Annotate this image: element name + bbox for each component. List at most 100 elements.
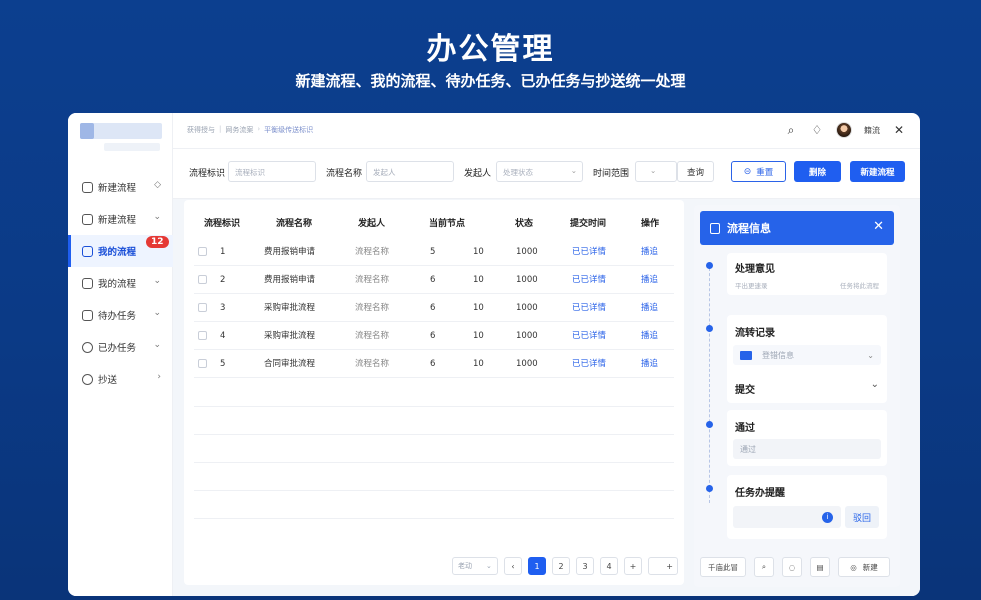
avatar[interactable]	[836, 122, 852, 138]
folder-icon	[82, 213, 93, 225]
new-button[interactable]: ◎ 新建	[838, 557, 890, 577]
search-icon[interactable]: ⌕	[784, 123, 798, 137]
detail-link[interactable]: 已已详情	[572, 294, 606, 322]
page-button[interactable]: 2	[552, 557, 570, 575]
action-link[interactable]: 播追	[641, 322, 658, 350]
opinion-title: 处理意见	[735, 264, 775, 275]
action-link[interactable]: 播追	[641, 266, 658, 294]
row-divider	[194, 434, 674, 435]
page-button[interactable]: 3	[576, 557, 594, 575]
detail-link[interactable]: 已已详情	[572, 266, 606, 294]
timeline-dot	[706, 485, 713, 492]
flow-name-input[interactable]: 发起人	[366, 161, 454, 182]
pass-input[interactable]: 通过	[733, 439, 881, 459]
sidebar-item-new-flow[interactable]: 新建流程 ◇	[68, 171, 173, 203]
user-name[interactable]: 籍流	[864, 125, 880, 136]
action-link[interactable]: 播追	[641, 238, 658, 266]
sidebar-item-done[interactable]: 已办任务 ⌄	[68, 331, 173, 363]
row-divider	[194, 490, 674, 491]
row-checkbox[interactable]	[198, 359, 207, 368]
new-flow-button[interactable]: 新建流程	[850, 161, 905, 182]
chevron-down-icon[interactable]: ⌄	[871, 379, 879, 390]
app-window: 新建流程 ◇ 新建流程 ⌄ 我的流程 12 我的流程 ⌄ 待办任务 ⌄ 已办任务…	[68, 113, 920, 596]
table-row[interactable]: 3 采购审批流程 流程名称 6 10 1000 已已详情 播追	[194, 294, 674, 322]
reject-button[interactable]: 驳回	[845, 506, 879, 528]
breadcrumb-item[interactable]: 获得授与	[187, 125, 215, 135]
footer-left-button[interactable]: 千庙此冒	[700, 557, 746, 577]
print-icon[interactable]: ▤	[810, 557, 830, 577]
table-row[interactable]: 2 费用报销申请 流程名称 6 10 1000 已已详情 播追	[194, 266, 674, 294]
close-icon[interactable]: ✕	[873, 219, 884, 234]
breadcrumb-item[interactable]: 网务流案	[225, 125, 253, 135]
count-badge: 12	[146, 236, 169, 248]
row-checkbox[interactable]	[198, 331, 207, 340]
cell-id: 3	[220, 303, 226, 313]
record-title: 流转记录	[735, 328, 775, 339]
page-jump-input[interactable]: +	[648, 557, 678, 575]
mail-icon	[740, 350, 752, 360]
sidebar-item-my-flow-2[interactable]: 我的流程 ⌄	[68, 267, 173, 299]
action-link[interactable]: 播追	[641, 294, 658, 322]
remind-card: 任务办提醒 i 驳回	[727, 475, 887, 539]
cell-name: 费用报销申请	[264, 275, 316, 285]
flow-table: 流程标识 流程名称 发起人 当前节点 状态 提交时间 操作 1 费用报销申请 流…	[184, 200, 684, 585]
task-doc-icon	[82, 309, 93, 321]
opinion-hint-right: 任务将此流程	[840, 282, 879, 290]
submit-title[interactable]: 提交	[735, 381, 755, 396]
sidebar-item-new-flow-2[interactable]: 新建流程 ⌄	[68, 203, 173, 235]
page-button-current[interactable]: 1	[528, 557, 546, 575]
sidebar-item-label: 新建流程	[98, 183, 137, 194]
flow-id-input[interactable]: 流程标识	[228, 161, 316, 182]
breadcrumb-separator: |	[219, 125, 222, 133]
pagination: 老动 ⌄ ‹ 1 2 3 4 + +	[452, 557, 678, 575]
prev-page-button[interactable]: ‹	[504, 557, 522, 575]
time-range-select[interactable]: ⌄	[635, 161, 677, 182]
time-range-label: 时间范围	[593, 169, 630, 179]
sidebar-item-label: 我的流程	[98, 247, 137, 258]
close-icon[interactable]: ✕	[892, 123, 906, 137]
cell-status: 1000	[516, 247, 538, 257]
cell-initiator: 流程名称	[355, 275, 390, 285]
cell-id: 5	[220, 359, 226, 369]
column-header: 流程标识	[204, 219, 241, 229]
search-icon[interactable]: ⌕	[754, 557, 774, 577]
page-button[interactable]: 4	[600, 557, 618, 575]
sidebar-item-todo[interactable]: 待办任务 ⌄	[68, 299, 173, 331]
page-size-select[interactable]: 老动 ⌄	[452, 557, 498, 575]
main-content: 流程标识 流程名称 发起人 当前节点 状态 提交时间 操作 1 费用报销申请 流…	[173, 199, 920, 596]
sidebar-item-my-flow[interactable]: 我的流程 12	[68, 235, 173, 267]
timeline-dot	[706, 262, 713, 269]
flow-info-panel: 流程信息 ✕ 处理意见 平出更速录 任务将此流程 流转记录 登错信息 ⌄ 提交 ⌄…	[694, 205, 900, 587]
next-page-button[interactable]: +	[624, 557, 642, 575]
row-divider	[194, 406, 674, 407]
notification-bell-icon[interactable]: ♢	[810, 123, 824, 137]
status-select[interactable]: 处理状态 ⌄	[496, 161, 583, 182]
query-button[interactable]: 查询	[677, 161, 714, 182]
reset-button[interactable]: ⊝ 重置	[731, 161, 786, 182]
cell-name: 费用报销申请	[264, 247, 316, 257]
record-select-value: 登错信息	[762, 350, 794, 360]
row-checkbox[interactable]	[198, 303, 207, 312]
table-row[interactable]: 5 合同审批流程 流程名称 6 10 1000 已已详情 播追	[194, 350, 674, 378]
table-row[interactable]: 4 采购审批流程 流程名称 6 10 1000 已已详情 播追	[194, 322, 674, 350]
record-select[interactable]: 登错信息 ⌄	[733, 345, 881, 365]
remind-input[interactable]: i	[733, 506, 841, 528]
delete-button[interactable]: 删除	[794, 161, 841, 182]
panel-footer: 千庙此冒 ⌕ ◌ ▤ ◎ 新建	[694, 547, 900, 587]
cell-name: 采购审批流程	[264, 331, 316, 341]
new-button-label: 新建	[862, 562, 878, 572]
chevron-down-icon: ⌄	[486, 562, 492, 570]
detail-link[interactable]: 已已详情	[572, 350, 606, 378]
detail-link[interactable]: 已已详情	[572, 238, 606, 266]
chat-icon[interactable]: ◌	[782, 557, 802, 577]
detail-link[interactable]: 已已详情	[572, 322, 606, 350]
row-checkbox[interactable]	[198, 275, 207, 284]
table-row[interactable]: 1 费用报销申请 流程名称 5 10 1000 已已详情 播追	[194, 238, 674, 266]
action-link[interactable]: 播追	[641, 350, 658, 378]
row-checkbox[interactable]	[198, 247, 207, 256]
sidebar-item-label: 新建流程	[98, 215, 137, 226]
cell-status: 1000	[516, 359, 538, 369]
compass-icon	[82, 341, 93, 353]
hero-subtitle: 新建流程、我的流程、待办任务、已办任务与抄送统一处理	[295, 72, 686, 90]
sidebar-item-cc[interactable]: 抄送 ›	[68, 363, 173, 395]
